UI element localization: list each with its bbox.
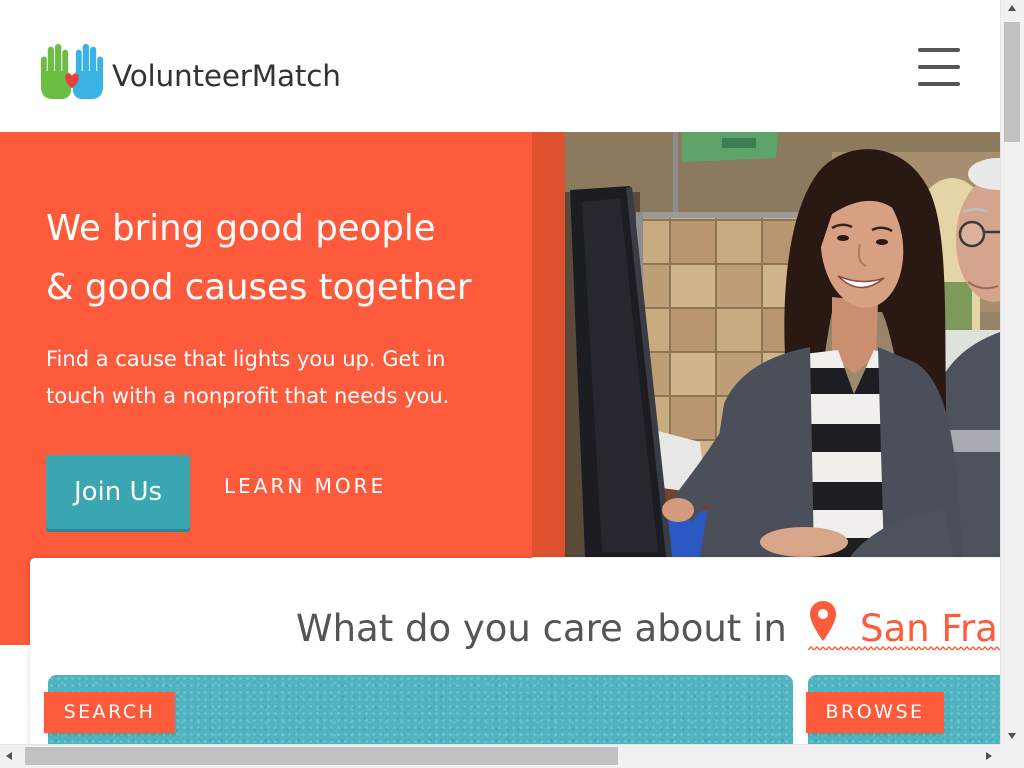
subtext-line: Find a cause that lights you up. Get in: [46, 347, 446, 371]
headline-line: & good causes together: [46, 267, 472, 308]
hero-subtext: Find a cause that lights you up. Get in …: [46, 341, 449, 415]
green-hand-shape: [40, 43, 72, 100]
hamburger-menu-icon[interactable]: [916, 46, 962, 88]
hero-photo: [532, 132, 1000, 557]
scroll-right-arrow-icon[interactable]: [986, 752, 992, 760]
menu-line: [918, 65, 960, 69]
finder-question: What do you care about in: [296, 607, 787, 650]
page-viewport: VolunteerMatch We bring good people & go…: [0, 0, 1000, 744]
brand-name[interactable]: VolunteerMatch: [112, 57, 341, 95]
menu-line: [918, 82, 960, 86]
cause-finder-card: What do you care about in San Fra SEARCH…: [30, 558, 1000, 744]
scroll-left-arrow-icon[interactable]: [6, 752, 12, 760]
pole: [673, 132, 678, 224]
hands-heart-logo-icon[interactable]: [40, 41, 104, 101]
site-header: VolunteerMatch: [0, 0, 1000, 132]
menu-line: [918, 48, 960, 52]
location-underline: [808, 645, 1000, 653]
join-us-button[interactable]: Join Us: [46, 455, 190, 529]
scrollbar-corner: [1000, 744, 1024, 768]
hero-headline: We bring good people & good causes toget…: [46, 199, 472, 317]
browse-tab[interactable]: BROWSE: [806, 692, 944, 733]
vertical-scroll-thumb[interactable]: [1004, 22, 1020, 142]
scroll-up-arrow-icon[interactable]: [1008, 5, 1016, 11]
subtext-line: touch with a nonprofit that needs you.: [46, 384, 450, 408]
scroll-down-arrow-icon[interactable]: [1008, 733, 1016, 739]
headline-line: We bring good people: [46, 208, 436, 249]
horizontal-scroll-thumb[interactable]: [25, 747, 618, 765]
blue-hand-shape: [72, 43, 104, 100]
volunteers-photo-illustration: [532, 132, 1000, 557]
map-pin-icon[interactable]: [809, 600, 837, 642]
search-tab[interactable]: SEARCH: [44, 692, 175, 733]
learn-more-link[interactable]: LEARN MORE: [224, 474, 386, 498]
photo-edge-strip: [532, 132, 565, 557]
